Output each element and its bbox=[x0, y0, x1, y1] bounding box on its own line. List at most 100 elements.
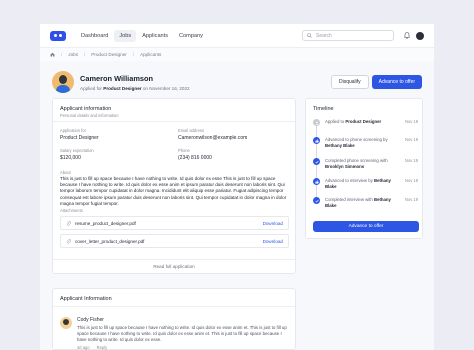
nav-link-applicants[interactable]: Applicants bbox=[137, 30, 173, 42]
user-avatar[interactable] bbox=[416, 31, 424, 40]
timeline-text: Applied to Product Designer bbox=[325, 119, 399, 126]
download-link[interactable]: Download bbox=[263, 239, 283, 244]
applied-role[interactable]: Product Designer bbox=[103, 86, 141, 91]
attachments-label-text: Attachments bbox=[60, 208, 83, 213]
breadcrumb-separator: / bbox=[84, 52, 86, 57]
timeline-text-bold: Bethany Blake bbox=[325, 142, 355, 148]
timeline-date: Nov 19 bbox=[405, 178, 418, 183]
comment-meta: 4d ago Reply bbox=[77, 345, 290, 350]
divider bbox=[53, 306, 295, 307]
paperclip-icon bbox=[66, 238, 71, 244]
attachment-row: resume_product_designer.pdf Download bbox=[60, 216, 289, 230]
breadcrumb-jobs[interactable]: Jobs bbox=[68, 52, 78, 57]
applied-line: Applied for Product Designer on November… bbox=[80, 86, 190, 91]
check-icon bbox=[313, 197, 320, 204]
main-content: Cameron Williamson Applied for Product D… bbox=[40, 61, 434, 350]
user-icon bbox=[313, 119, 320, 126]
comment-time: 4d ago bbox=[77, 345, 90, 350]
read-full-application-link[interactable]: Read full application bbox=[53, 259, 295, 273]
timeline-date: Nov 19 bbox=[405, 137, 418, 142]
applicant-information-card: Applicant information Personal details a… bbox=[52, 98, 296, 274]
field-email: Email address Cameronwilson@example.com bbox=[178, 128, 247, 141]
attachment-filename: resume_product_designer.pdf bbox=[75, 220, 136, 226]
comment-reply-link[interactable]: Reply bbox=[97, 345, 107, 350]
field-label: Salary expectation bbox=[60, 148, 94, 153]
timeline-text: Completed phone screening with Brooklyn … bbox=[325, 158, 399, 169]
timeline-date: Nov 19 bbox=[405, 197, 418, 202]
nav-link-jobs[interactable]: Jobs bbox=[114, 29, 137, 42]
field-phone: Phone (234) 816 0000 bbox=[178, 148, 212, 161]
search-icon bbox=[307, 33, 312, 38]
nav-link-company[interactable]: Company bbox=[174, 30, 208, 42]
timeline-advance-to-offer-button[interactable]: Advance to offer bbox=[313, 221, 419, 232]
timeline-text: Completed interview with Bethany Blake bbox=[325, 197, 399, 208]
field-value[interactable]: (234) 816 0000 bbox=[178, 155, 212, 161]
timeline-item: Applied to Product Designer Nov 19 bbox=[313, 119, 418, 126]
breadcrumb-separator: / bbox=[132, 52, 135, 57]
thumbs-up-icon bbox=[313, 178, 320, 185]
timeline-item: Advanced to interview by Bethany Blake N… bbox=[313, 178, 418, 189]
download-link[interactable]: Download bbox=[263, 221, 283, 226]
timeline-card: Timeline Applied to Product Designer Nov… bbox=[305, 98, 423, 239]
timeline-text-bold: Product Designer bbox=[345, 119, 382, 124]
field-salary: Salary expectation $120,000 bbox=[60, 148, 94, 161]
timeline-text: Advanced to interview by Bethany Blake bbox=[325, 178, 399, 189]
card-subtitle: Personal details and information bbox=[60, 113, 119, 118]
field-label: Email address bbox=[178, 128, 204, 133]
timeline-text-pre: Advanced to interview by bbox=[325, 178, 373, 183]
about-label-text: About bbox=[60, 170, 71, 175]
comment-text: This is just to fill up space because I … bbox=[77, 325, 287, 342]
comment: Cody Fisher This is just to fill up spac… bbox=[60, 317, 290, 350]
timeline-text-pre: Advanced to phone screening by bbox=[325, 137, 388, 142]
timeline-item: Advanced to phone screening by Bethany B… bbox=[313, 137, 418, 148]
thumbs-up-icon bbox=[313, 137, 320, 144]
field-value: $120,000 bbox=[60, 155, 81, 161]
breadcrumb-product-designer[interactable]: Product Designer bbox=[91, 52, 127, 57]
timeline-text-pre: Completed phone screening with bbox=[325, 158, 388, 163]
breadcrumb: / Jobs / Product Designer / Applicants bbox=[40, 47, 434, 61]
timeline-item: Completed interview with Bethany Blake N… bbox=[313, 197, 418, 208]
applied-prefix: Applied for bbox=[80, 85, 102, 91]
bell-icon[interactable] bbox=[404, 32, 410, 39]
comment-author: Cody Fisher bbox=[77, 317, 104, 323]
paperclip-icon bbox=[66, 220, 71, 226]
search-input[interactable]: Search bbox=[302, 30, 394, 41]
timeline-item: Completed phone screening with Brooklyn … bbox=[313, 158, 418, 169]
commenter-avatar bbox=[60, 317, 72, 329]
field-label: Phone bbox=[178, 148, 190, 153]
timeline-text-pre: Completed interview with bbox=[325, 197, 373, 202]
candidate-avatar bbox=[52, 71, 74, 93]
applied-date: on November 16, 2022 bbox=[142, 85, 190, 91]
timeline-date: Nov 19 bbox=[405, 119, 418, 124]
logo[interactable] bbox=[50, 30, 66, 41]
field-value: Product Designer bbox=[60, 135, 99, 141]
home-icon[interactable] bbox=[50, 52, 55, 57]
timeline-title: Timeline bbox=[313, 106, 334, 112]
divider bbox=[53, 121, 295, 122]
breadcrumb-separator: / bbox=[61, 52, 63, 57]
search-placeholder: Search bbox=[316, 32, 332, 39]
about-label: About bbox=[60, 170, 71, 175]
disqualify-button[interactable]: Disqualify bbox=[330, 75, 369, 89]
breadcrumb-applicants[interactable]: Applicants bbox=[140, 52, 161, 57]
timeline-text: Advanced to phone screening by Bethany B… bbox=[325, 137, 399, 148]
about-text: This is just to fill up space because I … bbox=[60, 176, 287, 206]
advance-to-offer-button[interactable]: Advance to offer bbox=[371, 75, 422, 89]
comments-title: Applicant Information bbox=[60, 296, 112, 302]
comments-card: Applicant Information Cody Fisher This i… bbox=[52, 288, 296, 350]
check-icon bbox=[313, 158, 320, 165]
timeline-text-bold: Brooklyn Simmons bbox=[325, 163, 365, 169]
candidate-header: Cameron Williamson Applied for Product D… bbox=[52, 68, 422, 96]
attachment-row: cover_letter_product_designer.pdf Downlo… bbox=[60, 234, 289, 248]
nav-link-dashboard[interactable]: Dashboard bbox=[76, 30, 113, 42]
field-application-for: Application for Product Designer bbox=[60, 128, 99, 141]
timeline-date: Nov 19 bbox=[405, 158, 418, 163]
field-label: Application for bbox=[60, 128, 86, 133]
attachments-label: Attachments bbox=[60, 208, 83, 213]
attachment-filename: cover_letter_product_designer.pdf bbox=[75, 238, 145, 244]
timeline-text-pre: Applied to bbox=[325, 119, 345, 124]
card-title: Applicant information bbox=[60, 106, 112, 112]
candidate-name: Cameron Williamson bbox=[80, 73, 154, 83]
field-value[interactable]: Cameronwilson@example.com bbox=[178, 135, 247, 141]
top-navbar: Dashboard Jobs Applicants Company Search bbox=[40, 24, 434, 47]
